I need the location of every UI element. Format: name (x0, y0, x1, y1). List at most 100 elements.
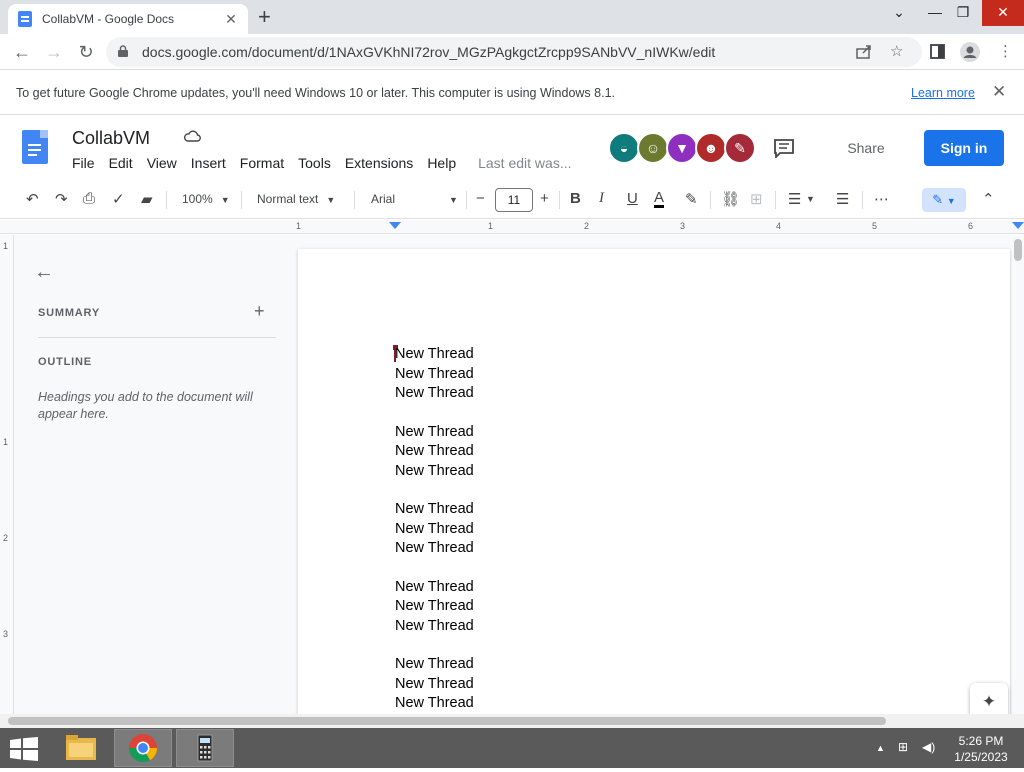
hide-menus-chevron-up-icon[interactable]: ⌃ (982, 190, 995, 208)
cloud-saved-icon[interactable] (183, 129, 201, 143)
comment-history-icon[interactable] (773, 138, 795, 158)
document-line[interactable]: New Thread (395, 539, 474, 559)
document-line[interactable]: New Thread (395, 597, 474, 617)
tab-search-icon[interactable]: ⌄ (882, 0, 916, 26)
document-title[interactable]: CollabVM (72, 128, 150, 149)
insert-link-icon[interactable]: ⛓ (721, 190, 740, 208)
sign-in-button[interactable]: Sign in (924, 130, 1004, 166)
anonymous-avatar-icon[interactable]: ◒ (608, 132, 640, 164)
redo-icon[interactable]: ↷ (55, 190, 68, 208)
menu-view[interactable]: View (147, 155, 177, 171)
close-outline-arrow-icon[interactable]: ← (34, 261, 54, 284)
document-line[interactable]: New Thread (395, 462, 474, 482)
horizontal-scrollbar[interactable] (0, 714, 1024, 728)
forward-button[interactable]: → (42, 40, 66, 64)
restore-button[interactable]: ❐ (946, 0, 980, 26)
document-line[interactable]: New Thread (395, 365, 474, 385)
url-text[interactable]: docs.google.com/document/d/1NAxGVKhNI72r… (142, 44, 715, 60)
empty-paragraph[interactable] (395, 481, 474, 500)
style-select[interactable]: Normal text ▼ (257, 192, 335, 206)
zoom-select[interactable]: 100% ▼ (182, 192, 230, 206)
right-indent-marker[interactable] (1012, 222, 1024, 229)
back-button[interactable]: ← (10, 40, 34, 64)
network-icon[interactable]: ⊞ (898, 740, 908, 754)
document-body[interactable]: New Thread New Thread New Thread New Thread… (395, 345, 474, 714)
document-line[interactable]: New Thread (395, 675, 474, 695)
calculator-taskbar-button[interactable] (176, 729, 234, 767)
italic-button[interactable]: I (599, 190, 604, 207)
undo-icon[interactable]: ↶ (26, 190, 39, 208)
spellcheck-icon[interactable]: ✓ (112, 190, 125, 208)
learn-more-link[interactable]: Learn more (911, 86, 975, 100)
tab-close-icon[interactable]: ✕ (222, 11, 240, 28)
menu-extensions[interactable]: Extensions (345, 155, 413, 171)
decrease-font-size-button[interactable]: − (476, 190, 485, 207)
profile-avatar-icon[interactable] (960, 42, 980, 62)
document-line[interactable]: New Thread (395, 345, 474, 365)
empty-paragraph[interactable] (395, 404, 474, 423)
chrome-taskbar-button[interactable] (114, 729, 172, 767)
document-line[interactable]: New Thread (395, 500, 474, 520)
document-line[interactable]: New Thread (395, 442, 474, 462)
share-button[interactable]: Share (818, 130, 914, 166)
vertical-scrollbar[interactable] (1012, 235, 1024, 728)
chevron-down-icon[interactable]: ▼ (806, 194, 815, 204)
bookmark-star-icon[interactable]: ☆ (890, 42, 903, 60)
lock-icon[interactable] (118, 45, 128, 57)
document-line[interactable]: New Thread (395, 655, 474, 675)
menu-edit[interactable]: Edit (109, 155, 133, 171)
empty-paragraph[interactable] (395, 559, 474, 578)
left-indent-marker[interactable] (389, 222, 401, 229)
taskbar-clock[interactable]: 5:26 PM 1/25/2023 (946, 733, 1016, 765)
menu-tools[interactable]: Tools (298, 155, 331, 171)
file-explorer-taskbar-button[interactable] (52, 729, 110, 767)
address-bar[interactable]: docs.google.com/document/d/1NAxGVKhNI72r… (106, 37, 922, 67)
text-color-button[interactable]: A (654, 190, 665, 208)
document-line[interactable]: New Thread (395, 617, 474, 637)
menu-help[interactable]: Help (427, 155, 456, 171)
underline-button[interactable]: U (627, 190, 638, 207)
highlight-color-icon[interactable]: ✎ (685, 190, 698, 208)
menu-file[interactable]: File (72, 155, 95, 171)
volume-icon[interactable]: ◀) (922, 740, 935, 754)
docs-logo-icon[interactable] (22, 130, 48, 164)
share-page-icon[interactable] (856, 45, 872, 59)
font-size-input[interactable]: 11 (495, 188, 533, 212)
document-line[interactable]: New Thread (395, 423, 474, 443)
anonymous-avatar-icon[interactable]: ☺ (637, 132, 669, 164)
new-tab-button[interactable]: + (258, 4, 271, 30)
document-line[interactable]: New Thread (395, 694, 474, 714)
document-line[interactable]: New Thread (395, 384, 474, 404)
menu-insert[interactable]: Insert (191, 155, 226, 171)
anonymous-avatar-icon[interactable]: ▼ (666, 132, 698, 164)
line-spacing-icon[interactable]: ☰ (836, 190, 849, 208)
windows-start-icon[interactable] (10, 737, 38, 761)
document-page[interactable]: New Thread New Thread New Thread New Thread… (298, 249, 1010, 728)
document-line[interactable]: New Thread (395, 578, 474, 598)
font-select[interactable]: Arial ▼ (371, 192, 458, 206)
add-comment-icon[interactable]: ⊞ (750, 190, 763, 208)
anonymous-avatar-icon[interactable]: ☻ (695, 132, 727, 164)
document-line[interactable]: New Thread (395, 520, 474, 540)
paint-format-icon[interactable]: ▰ (141, 190, 153, 208)
scrollbar-thumb[interactable] (8, 717, 886, 725)
editing-mode-button[interactable]: ✎ ▼ (922, 188, 966, 212)
menu-format[interactable]: Format (240, 155, 284, 171)
show-hidden-icons-chevron-up-icon[interactable]: ▲ (876, 743, 885, 753)
last-edit-link[interactable]: Last edit was... (478, 155, 571, 171)
browser-tab[interactable]: CollabVM - Google Docs ✕ (8, 4, 248, 34)
chrome-menu-icon[interactable]: ⋮ (998, 42, 1013, 60)
scrollbar-thumb[interactable] (1014, 239, 1022, 261)
more-options-button[interactable]: ⋯ (874, 190, 889, 208)
reload-button[interactable]: ↻ (74, 40, 98, 64)
close-window-button[interactable]: ✕ (982, 0, 1024, 26)
infobar-close-icon[interactable]: ✕ (992, 82, 1006, 102)
print-icon[interactable]: ⎙ (83, 190, 95, 207)
add-summary-plus-icon[interactable]: + (254, 301, 265, 322)
side-panel-icon[interactable] (930, 44, 945, 59)
anonymous-avatar-icon[interactable]: ✎ (724, 132, 756, 164)
increase-font-size-button[interactable]: + (540, 190, 549, 207)
bold-button[interactable]: B (570, 190, 581, 207)
align-icon[interactable]: ☰ (788, 190, 801, 208)
empty-paragraph[interactable] (395, 636, 474, 655)
